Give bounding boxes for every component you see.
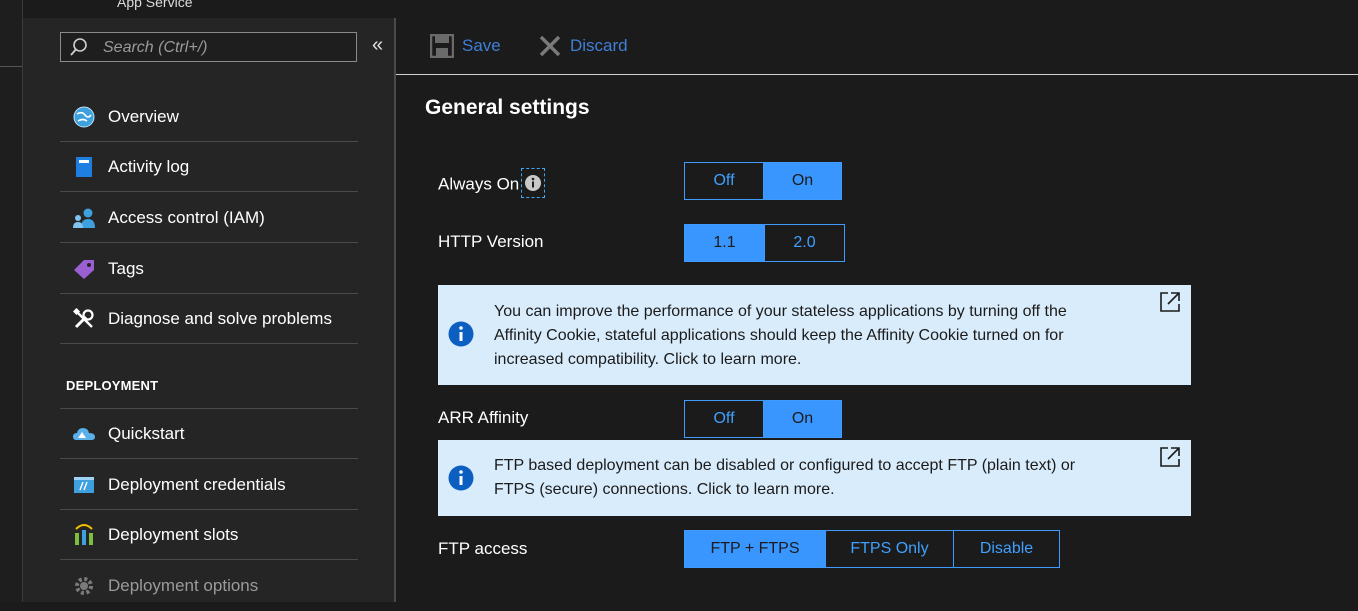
http-version-toggle[interactable]: 1.1 2.0 [684,224,845,262]
app-service-icon [61,0,101,10]
toolbar-divider [396,74,1358,75]
always-on-toggle[interactable]: Off On [684,162,842,200]
external-link-icon [1160,292,1180,312]
external-link-icon [1160,447,1180,467]
arr-affinity-off[interactable]: Off [685,401,763,437]
tag-icon [72,257,96,281]
menu-item-overview[interactable]: Overview [60,92,358,142]
menu-item-activity-log[interactable]: Activity log [60,142,358,192]
search-input[interactable] [101,33,355,63]
wrench-icon [72,307,96,331]
save-button[interactable]: Save [430,34,501,58]
app-title: App Service [117,0,193,10]
menu-item-label: Diagnose and solve problems [108,308,332,328]
ftp-access-disable[interactable]: Disable [953,531,1059,567]
affinity-info-banner[interactable]: You can improve the performance of your … [438,285,1191,385]
command-bar: Save Discard [396,18,1358,74]
always-on-on[interactable]: On [763,163,841,199]
menu-divider[interactable] [394,18,396,602]
info-icon [448,465,474,491]
menu-item-diagnose[interactable]: Diagnose and solve problems [60,294,358,344]
cloud-icon [72,422,96,446]
ftp-access-ftp-ftps[interactable]: FTP + FTPS [685,531,825,567]
http-version-2-0[interactable]: 2.0 [764,225,844,261]
info-tooltip-icon[interactable] [521,168,546,198]
ftp-info-text: FTP based deployment can be disabled or … [494,457,1076,498]
gear-icon [72,574,96,598]
menu-item-access-control[interactable]: Access control (IAM) [60,193,358,243]
always-on-off[interactable]: Off [685,163,763,199]
discard-button[interactable]: Discard [538,34,628,58]
menu-item-label: Deployment credentials [108,474,286,494]
globe-icon [72,105,96,129]
discard-label: Discard [570,36,628,55]
book-icon [72,155,96,179]
users-icon [72,206,96,230]
blade-header: App Service [23,0,1358,18]
affinity-info-text: You can improve the performance of your … [494,303,1067,368]
section-deployment: DEPLOYMENT [66,378,159,393]
ftp-access-label: FTP access [438,539,528,558]
portal-rail [0,0,23,602]
http-version-label: HTTP Version [438,232,544,251]
credentials-icon [72,473,96,497]
always-on-label: Always On [438,168,546,200]
ftp-access-ftps-only[interactable]: FTPS Only [825,531,953,567]
menu-item-label: Activity log [108,156,190,176]
menu-item-label: Tags [108,258,144,278]
ftp-access-selector[interactable]: FTP + FTPS FTPS Only Disable [684,530,1060,568]
menu-item-label: Deployment slots [108,524,239,544]
slots-icon [72,523,96,547]
ftp-info-banner[interactable]: FTP based deployment can be disabled or … [438,440,1191,516]
info-icon [448,321,474,347]
save-icon [430,34,454,58]
arr-affinity-label: ARR Affinity [438,408,529,427]
save-label: Save [462,36,501,55]
menu-item-label: Access control (IAM) [108,207,265,227]
collapse-menu-button[interactable]: « [372,34,383,57]
menu-item-quickstart[interactable]: Quickstart [60,409,358,459]
menu-item-label: Deployment options [108,576,259,595]
arr-affinity-toggle[interactable]: Off On [684,400,842,438]
menu-search[interactable] [60,32,357,63]
menu-item-label: Quickstart [108,423,185,443]
menu-item-deployment-credentials[interactable]: Deployment credentials [60,460,358,510]
menu-item-label: Overview [108,106,179,126]
menu-item-tags[interactable]: Tags [60,244,358,294]
http-version-1-1[interactable]: 1.1 [685,225,764,261]
search-icon [70,38,87,56]
arr-affinity-on[interactable]: On [763,401,841,437]
always-on-text: Always On [438,174,520,194]
menu-item-deployment-slots[interactable]: Deployment slots [60,510,358,560]
close-icon [539,35,561,57]
page-title: General settings [425,96,590,119]
menu-item-deployment-options[interactable]: Deployment options [60,561,358,611]
rail-divider [0,66,22,67]
